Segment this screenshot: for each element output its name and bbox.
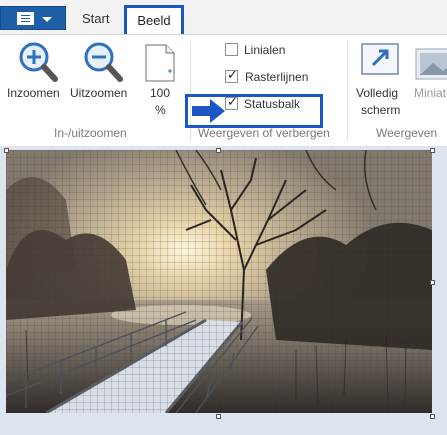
resize-handle[interactable] [430, 148, 435, 153]
photo-winter-bridge [6, 150, 432, 413]
gridlines-label: Rasterlijnen [245, 70, 309, 84]
thumbnail-button[interactable]: Miniatu [410, 39, 447, 109]
zoom-in-button[interactable]: Inzoomen [7, 39, 67, 109]
arrow-icon [192, 99, 225, 123]
file-menu-icon [17, 12, 34, 25]
tab-view[interactable]: Beeld [124, 5, 184, 37]
zoom-100-button[interactable]: 100 % [140, 39, 180, 119]
image-canvas[interactable] [0, 146, 447, 435]
resize-handle[interactable] [430, 414, 435, 419]
gridlines-checkbox[interactable] [225, 67, 238, 83]
show-hide-group-label: Weergeven of verbergen [198, 126, 330, 140]
resize-handle[interactable] [216, 148, 221, 153]
fullscreen-label-line2: scherm [361, 103, 401, 117]
group-divider [347, 41, 348, 141]
resize-handle[interactable] [430, 280, 435, 285]
thumbnail-icon [415, 48, 447, 80]
resize-handle[interactable] [216, 414, 221, 419]
page-icon [145, 44, 175, 82]
fullscreen-label-line1: Volledig [356, 86, 399, 100]
statusbar-label: Statusbalk [244, 97, 301, 111]
resize-handle[interactable] [4, 148, 9, 153]
zoom-100-label-number: 100 [150, 86, 171, 100]
rulers-checkbox[interactable] [225, 43, 238, 56]
ribbon-panel: Inzoomen Uitzoomen 100 % In-/uitzoomen L… [0, 34, 447, 147]
thumbnail-label: Miniatu [414, 86, 447, 100]
photo-content [6, 150, 432, 413]
fullscreen-button[interactable]: Volledig scherm [353, 39, 407, 119]
zoom-out-button[interactable]: Uitzoomen [70, 39, 136, 109]
statusbar-checkbox[interactable] [225, 94, 238, 110]
rulers-label: Linialen [244, 43, 286, 57]
fullscreen-icon [361, 43, 399, 75]
zoom-in-icon [19, 42, 58, 82]
ribbon-tab-bar: Start Beeld [0, 0, 447, 37]
zoom-out-icon [84, 42, 123, 82]
zoom-100-label-percent: % [155, 103, 166, 117]
tab-start[interactable]: Start [82, 11, 109, 26]
file-menu-button[interactable] [0, 6, 66, 30]
chevron-down-icon [42, 17, 52, 22]
display-group-label: Weergeven [376, 126, 438, 140]
zoom-out-label: Uitzoomen [70, 86, 128, 100]
zoom-in-label: Inzoomen [7, 86, 60, 100]
zoom-group-label: In-/uitzoomen [54, 126, 127, 140]
